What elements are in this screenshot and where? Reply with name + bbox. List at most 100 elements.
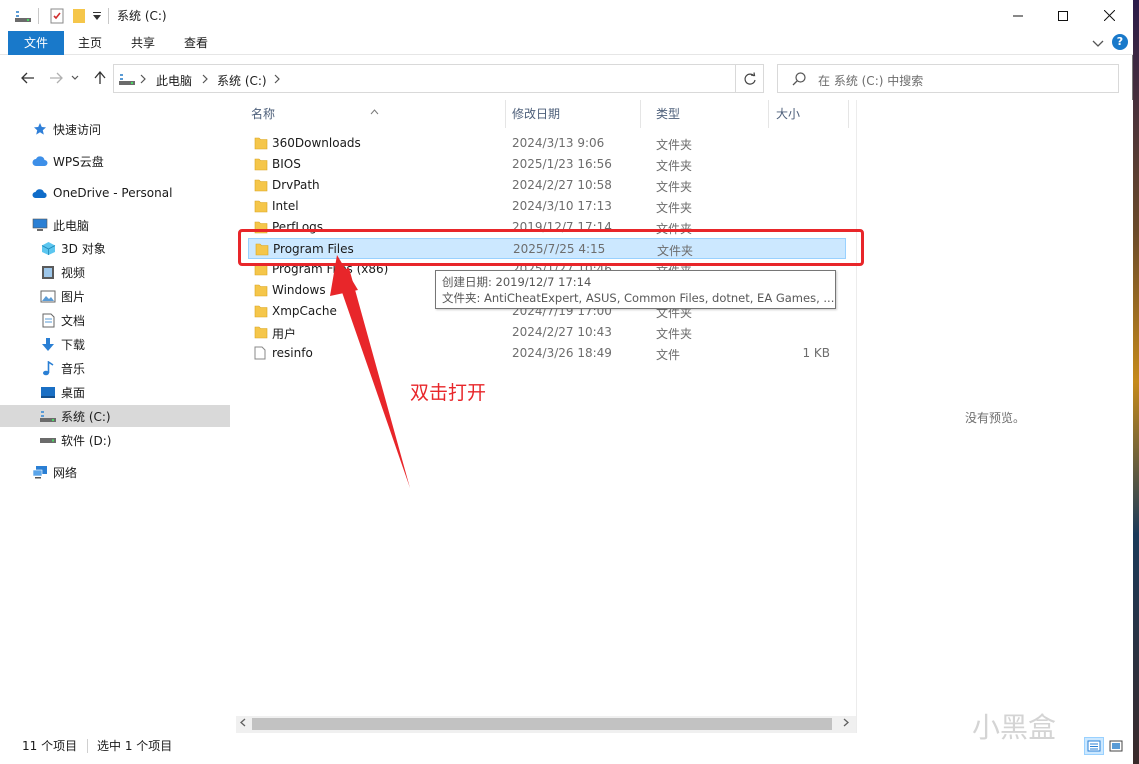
nav-item-music[interactable]: 音乐 bbox=[0, 357, 230, 379]
table-row[interactable]: BIOS 2025/1/23 16:56 文件夹 bbox=[248, 154, 846, 175]
modified-date: 2025/1/23 16:56 bbox=[512, 157, 612, 171]
close-button[interactable] bbox=[1086, 0, 1132, 31]
nav-item-quick-access[interactable]: 快速访问 bbox=[0, 118, 230, 140]
column-header-name[interactable]: 名称 bbox=[236, 100, 506, 128]
table-row[interactable]: resinfo 2024/3/26 18:49 文件 1 KB bbox=[248, 343, 846, 364]
nav-item-drive-d[interactable]: 软件 (D:) bbox=[0, 429, 230, 451]
table-row[interactable]: 360Downloads 2024/3/13 9:06 文件夹 bbox=[248, 133, 846, 154]
nav-item-onedrive[interactable]: OneDrive - Personal bbox=[0, 182, 230, 204]
nav-item-3d-objects[interactable]: 3D 对象 bbox=[0, 237, 230, 259]
column-header-date[interactable]: 修改日期 bbox=[497, 100, 641, 128]
file-name: XmpCache bbox=[272, 304, 337, 318]
modified-date: 2024/2/27 10:58 bbox=[512, 178, 612, 192]
modified-date: 2024/3/26 18:49 bbox=[512, 346, 612, 360]
tab-view[interactable]: 查看 bbox=[184, 31, 208, 55]
column-date-label: 修改日期 bbox=[512, 107, 561, 121]
tab-share[interactable]: 共享 bbox=[131, 31, 155, 55]
nav-label: 此电脑 bbox=[53, 218, 90, 233]
chevron-right-icon[interactable] bbox=[140, 73, 146, 87]
nav-item-network[interactable]: 网络 bbox=[0, 461, 230, 483]
folder-icon bbox=[254, 325, 268, 342]
table-row[interactable]: 用户 2024/2/27 10:43 文件夹 bbox=[248, 322, 846, 343]
nav-item-drive-c[interactable]: 系统 (C:) bbox=[0, 405, 230, 427]
scroll-left-icon[interactable] bbox=[240, 718, 246, 730]
computer-icon bbox=[32, 217, 48, 233]
new-folder-icon[interactable] bbox=[70, 6, 88, 26]
nav-item-pictures[interactable]: 图片 bbox=[0, 285, 230, 307]
cube-icon bbox=[40, 240, 56, 256]
window-title: 系统 (C:) bbox=[117, 9, 167, 23]
network-icon bbox=[32, 464, 48, 480]
file-type: 文件夹 bbox=[656, 327, 693, 341]
large-icons-view-icon bbox=[1109, 740, 1123, 752]
large-icons-view-button[interactable] bbox=[1106, 737, 1126, 755]
no-preview-text: 没有预览。 bbox=[965, 411, 1026, 425]
chevron-right-icon[interactable] bbox=[274, 73, 280, 87]
navigation-pane: 快速访问 WPS云盘 OneDrive - Personal 此电脑 3D 对象 bbox=[0, 100, 232, 730]
details-view-icon bbox=[1087, 740, 1101, 752]
tab-file[interactable]: 文件 bbox=[8, 31, 64, 55]
file-type: 文件夹 bbox=[656, 180, 693, 194]
search-input[interactable]: 在 系统 (C:) 中搜索 bbox=[777, 64, 1119, 93]
modified-date: 2024/2/27 10:43 bbox=[512, 325, 612, 339]
nav-item-this-pc[interactable]: 此电脑 bbox=[0, 214, 230, 236]
nav-item-desktop[interactable]: 桌面 bbox=[0, 381, 230, 403]
modified-date: 2024/3/10 17:13 bbox=[512, 199, 612, 213]
nav-item-videos[interactable]: 视频 bbox=[0, 261, 230, 283]
title-separator bbox=[38, 8, 39, 24]
drive-icon bbox=[119, 72, 135, 89]
help-button[interactable]: ? bbox=[1112, 34, 1128, 50]
breadcrumb-drive-c[interactable]: 系统 (C:) bbox=[217, 72, 267, 89]
star-icon bbox=[32, 121, 48, 137]
details-view-button[interactable] bbox=[1084, 737, 1104, 755]
column-header-size[interactable]: 大小 bbox=[761, 100, 849, 128]
explorer-window: 系统 (C:) 文件 主页 共享 查看 ? 此电脑 系统 (C:) 在 系统 (… bbox=[0, 0, 1133, 764]
refresh-button[interactable] bbox=[736, 64, 764, 93]
file-name: Intel bbox=[272, 199, 299, 213]
chevron-right-icon[interactable] bbox=[202, 73, 208, 87]
scrollbar-thumb[interactable] bbox=[252, 718, 832, 730]
music-icon bbox=[40, 360, 56, 376]
horizontal-scrollbar[interactable] bbox=[236, 716, 856, 733]
properties-icon[interactable] bbox=[48, 6, 66, 26]
customize-toolbar-icon[interactable] bbox=[90, 6, 104, 26]
column-header-type[interactable]: 类型 bbox=[641, 100, 769, 128]
back-arrow-icon[interactable] bbox=[18, 69, 38, 87]
drive-icon bbox=[40, 432, 56, 448]
breadcrumb-this-pc[interactable]: 此电脑 bbox=[156, 72, 192, 89]
nav-label: 软件 (D:) bbox=[61, 433, 112, 448]
cloud-icon bbox=[32, 153, 48, 169]
search-icon bbox=[792, 72, 806, 89]
table-row[interactable]: Intel 2024/3/10 17:13 文件夹 bbox=[248, 196, 846, 217]
expand-ribbon-icon[interactable] bbox=[1092, 37, 1104, 51]
picture-icon bbox=[40, 288, 56, 304]
file-name: DrvPath bbox=[272, 178, 320, 192]
minimize-button[interactable] bbox=[995, 0, 1041, 31]
tab-home[interactable]: 主页 bbox=[78, 31, 102, 55]
scroll-right-icon[interactable] bbox=[843, 718, 849, 730]
nav-item-wps-cloud[interactable]: WPS云盘 bbox=[0, 150, 230, 172]
desktop-background-edge bbox=[1133, 0, 1139, 764]
up-arrow-icon[interactable] bbox=[90, 69, 110, 87]
recent-locations-icon[interactable] bbox=[68, 69, 82, 87]
address-bar[interactable]: 此电脑 系统 (C:) bbox=[113, 64, 835, 93]
preview-pane: 没有预览。 bbox=[856, 100, 1133, 733]
folder-icon bbox=[254, 157, 268, 174]
maximize-button[interactable] bbox=[1040, 0, 1086, 31]
status-bar: 11 个项目 选中 1 个项目 bbox=[0, 733, 1133, 764]
forward-arrow-icon[interactable] bbox=[46, 69, 66, 87]
nav-label: 快速访问 bbox=[53, 122, 102, 137]
file-list: 名称 修改日期 类型 大小 360Downloads 2024/3/13 9:06… bbox=[236, 100, 856, 716]
nav-item-documents[interactable]: 文档 bbox=[0, 309, 230, 331]
drive-icon bbox=[14, 6, 32, 26]
nav-label: 3D 对象 bbox=[61, 241, 106, 256]
folder-icon bbox=[254, 178, 268, 195]
desktop-icon bbox=[40, 384, 56, 400]
item-count: 11 个项目 bbox=[22, 739, 78, 753]
nav-item-downloads[interactable]: 下载 bbox=[0, 333, 230, 355]
file-type: 文件夹 bbox=[656, 201, 693, 215]
table-row[interactable]: DrvPath 2024/2/27 10:58 文件夹 bbox=[248, 175, 846, 196]
onedrive-icon bbox=[32, 185, 48, 201]
file-type: 文件夹 bbox=[656, 138, 693, 152]
nav-label: 网络 bbox=[53, 465, 78, 480]
